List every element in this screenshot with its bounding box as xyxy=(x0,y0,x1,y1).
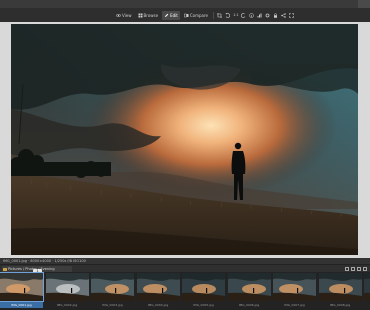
grid-icon xyxy=(138,13,142,17)
thumb-image xyxy=(227,273,271,301)
toolbar-group: View Browse Edit Compare 1:1 xyxy=(114,10,295,20)
filmstrip-thumb[interactable]: IMG_0008.jpg xyxy=(318,272,362,309)
browse-button[interactable]: Browse xyxy=(136,11,161,20)
edit-button-label: Edit xyxy=(170,12,178,18)
image-viewer[interactable] xyxy=(0,22,370,258)
share-icon[interactable] xyxy=(281,11,287,19)
thumb-image xyxy=(91,273,134,301)
zoom-icon[interactable]: 1:1 xyxy=(233,11,239,19)
filter-icon[interactable] xyxy=(351,267,355,271)
thumb-image xyxy=(182,273,225,301)
thumb-caption: IMG_0009.jpg xyxy=(364,302,370,308)
thumb-image xyxy=(136,273,180,301)
thumb-image xyxy=(45,273,89,301)
filmstrip-thumb[interactable]: IMG_0006.jpg xyxy=(227,272,271,309)
compare-button-label: Compare xyxy=(189,12,208,18)
sort-icon[interactable] xyxy=(345,267,349,271)
view-button[interactable]: View xyxy=(114,11,134,20)
thumb-caption: IMG_0007.jpg xyxy=(284,303,305,307)
thumb-caption: IMG_0003.jpg xyxy=(102,303,123,307)
histogram-icon[interactable] xyxy=(257,11,263,19)
lock-icon[interactable] xyxy=(273,11,279,19)
collapse-icon[interactable] xyxy=(363,267,367,271)
filmstrip-thumb[interactable]: IMG_0002.jpg xyxy=(45,272,89,309)
thumb-image xyxy=(273,273,316,301)
eye-icon xyxy=(116,13,121,17)
filmstrip-thumb[interactable]: IMG_0007.jpg xyxy=(273,272,316,309)
pencil-icon xyxy=(165,13,169,17)
rotate-left-icon[interactable] xyxy=(225,11,231,19)
rotate-right-icon[interactable] xyxy=(241,11,247,19)
filmstrip: IMG_0001.jpg IMG_0002.jpg IMG_0003.jpg IMG_… xyxy=(0,272,370,310)
title-bar xyxy=(0,0,370,8)
compare-button[interactable]: Compare xyxy=(182,11,210,20)
info-icon[interactable] xyxy=(249,11,255,19)
zoom-text: 1:1 xyxy=(233,13,239,17)
thumb-caption: IMG_0002.jpg xyxy=(56,303,78,307)
thumb-caption: IMG_0008.jpg xyxy=(329,303,351,307)
thumb-image xyxy=(0,272,44,302)
crop-icon[interactable] xyxy=(217,11,223,19)
browse-button-label: Browse xyxy=(143,12,159,18)
thumb-caption: IMG_0004.jpg xyxy=(147,303,169,307)
main-photo[interactable] xyxy=(11,24,358,255)
expand-icon[interactable] xyxy=(289,11,295,19)
compare-icon xyxy=(184,13,189,17)
filmstrip-thumb[interactable]: IMG_0001.jpg xyxy=(0,272,44,309)
main-toolbar: View Browse Edit Compare 1:1 xyxy=(0,8,370,23)
thumb-image xyxy=(318,273,362,301)
filmstrip-thumb[interactable]: IMG_0009.jpg xyxy=(364,272,370,309)
thumb-caption: IMG_0001.jpg xyxy=(0,302,43,308)
thumb-caption: IMG_0006.jpg xyxy=(238,303,260,307)
view-button-label: View xyxy=(122,12,132,18)
photo-render xyxy=(11,24,358,255)
folder-icon xyxy=(3,267,7,271)
folder-path-text: Pictures / Photos / Evening xyxy=(8,267,55,271)
toolbar-separator xyxy=(212,11,214,19)
thumb-size-icon[interactable] xyxy=(357,267,361,271)
thumb-caption: IMG_0005.jpg xyxy=(193,303,214,307)
edit-button[interactable]: Edit xyxy=(162,10,180,20)
photo-viewer-app: View Browse Edit Compare 1:1 IMG_0001.jp… xyxy=(0,0,370,310)
filmstrip-thumb[interactable]: IMG_0005.jpg xyxy=(182,272,225,309)
window-controls[interactable] xyxy=(358,0,370,8)
filmstrip-thumb[interactable]: IMG_0004.jpg xyxy=(136,272,180,309)
thumb-image xyxy=(364,273,370,301)
settings-icon[interactable] xyxy=(265,11,271,19)
filmstrip-thumb[interactable]: IMG_0003.jpg xyxy=(91,272,134,309)
